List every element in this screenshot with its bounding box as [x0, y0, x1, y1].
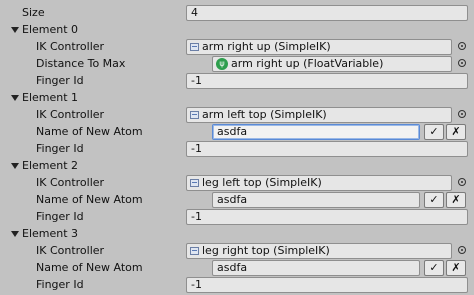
element-1-atom-row: Name of New Atom asdfa ✓ ✗ — [0, 124, 474, 141]
confirm-button[interactable]: ✓ — [424, 192, 444, 208]
element-2-header[interactable]: Element 2 — [0, 158, 474, 175]
ik-controller-label: IK Controller — [36, 108, 105, 121]
script-object-icon — [190, 247, 199, 255]
name-of-new-atom-input[interactable]: asdfa — [212, 124, 420, 140]
element-0-finger-row: Finger Id -1 — [0, 73, 474, 90]
foldout-arrow-icon[interactable] — [11, 27, 19, 33]
script-object-icon — [190, 43, 199, 51]
element-1-ik-row: IK Controller arm left top (SimpleIK) — [0, 107, 474, 124]
foldout-arrow-icon[interactable] — [11, 163, 19, 169]
ik-controller-label: IK Controller — [36, 244, 105, 257]
element-2-atom-row: Name of New Atom asdfa ✓ ✗ — [0, 192, 474, 209]
element-0-distance-row: Distance To Max ψ arm right up (FloatVar… — [0, 56, 474, 73]
object-picker-icon[interactable] — [458, 42, 466, 50]
float-variable-icon: ψ — [216, 58, 228, 70]
element-1-header[interactable]: Element 1 — [0, 90, 474, 107]
ik-controller-field[interactable]: leg right top (SimpleIK) — [186, 243, 452, 259]
object-picker-icon[interactable] — [458, 246, 466, 254]
element-3-atom-row: Name of New Atom asdfa ✓ ✗ — [0, 260, 474, 277]
name-of-new-atom-input[interactable]: asdfa — [212, 192, 420, 208]
ik-controller-value: arm left top (SimpleIK) — [202, 108, 327, 121]
foldout-arrow-icon[interactable] — [11, 95, 19, 101]
finger-id-label: Finger Id — [36, 142, 84, 155]
ik-controller-label: IK Controller — [36, 176, 105, 189]
ik-controller-value: leg left top (SimpleIK) — [202, 176, 322, 189]
script-object-icon — [190, 111, 199, 119]
element-3-header[interactable]: Element 3 — [0, 226, 474, 243]
distance-to-max-value: arm right up (FloatVariable) — [231, 57, 384, 70]
finger-id-label: Finger Id — [36, 210, 84, 223]
finger-id-field[interactable]: -1 — [186, 209, 468, 225]
name-of-new-atom-label: Name of New Atom — [36, 193, 143, 206]
confirm-button[interactable]: ✓ — [424, 124, 444, 140]
distance-to-max-label: Distance To Max — [36, 57, 126, 70]
size-field[interactable]: 4 — [186, 5, 468, 21]
distance-to-max-field[interactable]: ψ arm right up (FloatVariable) — [212, 56, 452, 72]
element-0-ik-row: IK Controller arm right up (SimpleIK) — [0, 39, 474, 56]
finger-id-label: Finger Id — [36, 74, 84, 87]
cancel-button[interactable]: ✗ — [446, 260, 466, 276]
element-3-ik-row: IK Controller leg right top (SimpleIK) — [0, 243, 474, 260]
element-header-label: Element 1 — [22, 91, 79, 104]
element-0-header[interactable]: Element 0 — [0, 22, 474, 39]
element-header-label: Element 2 — [22, 159, 79, 172]
finger-id-field[interactable]: -1 — [186, 73, 468, 89]
element-3-finger-row: Finger Id -1 — [0, 277, 474, 294]
name-of-new-atom-label: Name of New Atom — [36, 125, 143, 138]
cancel-button[interactable]: ✗ — [446, 124, 466, 140]
finger-id-field[interactable]: -1 — [186, 141, 468, 157]
finger-id-label: Finger Id — [36, 278, 84, 291]
foldout-arrow-icon[interactable] — [11, 231, 19, 237]
finger-id-field[interactable]: -1 — [186, 277, 468, 293]
object-picker-icon[interactable] — [458, 178, 466, 186]
ik-controller-value: leg right top (SimpleIK) — [202, 244, 330, 257]
element-header-label: Element 3 — [22, 227, 79, 240]
object-picker-icon[interactable] — [458, 110, 466, 118]
name-of-new-atom-label: Name of New Atom — [36, 261, 143, 274]
cancel-button[interactable]: ✗ — [446, 192, 466, 208]
size-label: Size — [22, 6, 45, 19]
element-2-ik-row: IK Controller leg left top (SimpleIK) — [0, 175, 474, 192]
element-header-label: Element 0 — [22, 23, 79, 36]
object-picker-icon[interactable] — [458, 59, 466, 67]
ik-controller-field[interactable]: leg left top (SimpleIK) — [186, 175, 452, 191]
size-row: Size 4 — [0, 5, 474, 22]
ik-controller-field[interactable]: arm left top (SimpleIK) — [186, 107, 452, 123]
name-of-new-atom-input[interactable]: asdfa — [212, 260, 420, 276]
element-1-finger-row: Finger Id -1 — [0, 141, 474, 158]
script-object-icon — [190, 179, 199, 187]
element-2-finger-row: Finger Id -1 — [0, 209, 474, 226]
confirm-button[interactable]: ✓ — [424, 260, 444, 276]
ik-controller-label: IK Controller — [36, 40, 105, 53]
ik-controller-field[interactable]: arm right up (SimpleIK) — [186, 39, 452, 55]
ik-controller-value: arm right up (SimpleIK) — [202, 40, 331, 53]
